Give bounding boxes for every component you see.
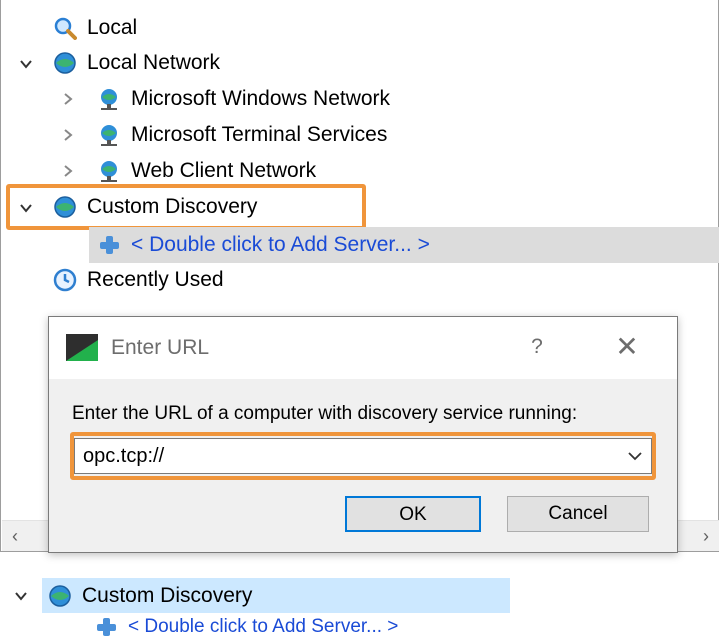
tree-item-terminal-services[interactable]: Microsoft Terminal Services bbox=[97, 117, 387, 153]
cancel-button[interactable]: Cancel bbox=[507, 496, 649, 532]
scroll-right-icon[interactable]: › bbox=[697, 527, 715, 545]
network-globe-icon bbox=[97, 159, 121, 183]
globe-network-icon bbox=[48, 584, 72, 608]
tree-item-local-network[interactable]: Local Network bbox=[53, 45, 220, 81]
tree-item-local[interactable]: Local bbox=[53, 10, 137, 46]
tree-item-label: Local Network bbox=[87, 51, 221, 74]
tree-item-label: Microsoft Terminal Services bbox=[131, 123, 388, 146]
url-combobox[interactable]: opc.tcp:// bbox=[74, 438, 652, 474]
chevron-right-icon[interactable] bbox=[61, 128, 75, 142]
tree-item-label: Microsoft Windows Network bbox=[131, 87, 391, 110]
detail-label: Custom Discovery bbox=[82, 584, 253, 607]
network-globe-icon bbox=[97, 123, 121, 147]
scroll-left-icon[interactable]: ‹ bbox=[6, 527, 24, 545]
tree-item-label: Web Client Network bbox=[131, 159, 317, 182]
network-globe-icon bbox=[97, 87, 121, 111]
globe-network-icon bbox=[53, 51, 77, 75]
plus-icon bbox=[97, 233, 121, 257]
help-button[interactable]: ? bbox=[517, 329, 557, 365]
url-input[interactable]: opc.tcp:// bbox=[83, 445, 164, 468]
chevron-right-icon[interactable] bbox=[61, 164, 75, 178]
enter-url-dialog: Enter URL ? ✕ Enter the URL of a compute… bbox=[48, 316, 678, 553]
chevron-right-icon[interactable] bbox=[61, 92, 75, 106]
chevron-down-icon[interactable] bbox=[14, 589, 28, 603]
magnifier-icon bbox=[53, 16, 77, 40]
tree-item-label: Local bbox=[87, 16, 138, 39]
tree-item-label: Recently Used bbox=[87, 268, 224, 291]
ok-button[interactable]: OK bbox=[345, 496, 481, 532]
tree-item-windows-network[interactable]: Microsoft Windows Network bbox=[97, 81, 390, 117]
chevron-down-icon[interactable] bbox=[19, 201, 33, 215]
detail-custom-discovery[interactable]: Custom Discovery bbox=[48, 578, 252, 614]
close-button[interactable]: ✕ bbox=[604, 329, 650, 365]
tree-item-label: Custom Discovery bbox=[87, 195, 258, 218]
clock-icon bbox=[53, 268, 77, 292]
detail-label: < Double click to Add Server... > bbox=[128, 616, 399, 637]
detail-add-server[interactable]: < Double click to Add Server... > bbox=[94, 612, 398, 642]
globe-network-icon bbox=[53, 195, 77, 219]
url-prompt-label: Enter the URL of a computer with discove… bbox=[72, 403, 578, 424]
tree-item-custom-discovery[interactable]: Custom Discovery bbox=[53, 189, 257, 225]
tree-item-add-server[interactable]: < Double click to Add Server... > bbox=[97, 227, 430, 263]
chevron-down-icon[interactable] bbox=[19, 57, 33, 71]
app-icon bbox=[66, 334, 98, 361]
dialog-titlebar[interactable]: Enter URL ? ✕ bbox=[49, 317, 677, 379]
plus-icon bbox=[94, 615, 118, 639]
chevron-down-icon[interactable] bbox=[627, 448, 643, 464]
tree-item-label: < Double click to Add Server... > bbox=[131, 233, 430, 256]
dialog-title: Enter URL bbox=[111, 336, 210, 359]
tree-item-recently-used[interactable]: Recently Used bbox=[53, 262, 224, 298]
